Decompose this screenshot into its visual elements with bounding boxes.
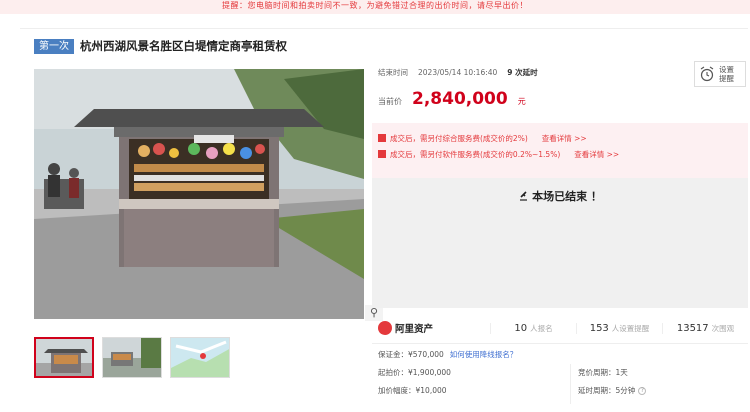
- delay-count: 9 次延时: [507, 67, 538, 77]
- start-price: 起拍价：¥1,900,000: [378, 368, 451, 377]
- reminder-count: 153 人设置提醒: [576, 322, 662, 334]
- fee-detail-link[interactable]: 查看详情 >>: [542, 133, 587, 144]
- end-time: 2023/05/14 10:16:40: [418, 67, 498, 77]
- round-tag: 第一次: [34, 38, 74, 54]
- fee-text: 成交后，需另付软件服务费(成交价的0.2%~1.5%): [390, 149, 561, 159]
- view-number: 13517: [676, 322, 709, 334]
- ended-text: 本场已结束 ！: [532, 190, 602, 203]
- price-label: 当前价: [378, 97, 402, 106]
- reminder-label: 设置提醒: [719, 65, 734, 83]
- signup-number: 10: [514, 322, 528, 334]
- fee-notice: 成交后，需另付综合服务费(成交价的2%) 查看详情 >> 成交后，需另付软件服务…: [372, 123, 748, 178]
- time-sync-notice: 提醒：您电脑时间和拍卖时间不一致，为避免错过合理的出价时间，请尽早出价！: [0, 0, 750, 14]
- deposit: 保证金：¥570,000: [378, 350, 444, 359]
- signup-count: 10 人报名: [490, 322, 576, 334]
- brand: 阿里资产: [378, 321, 490, 335]
- delay-cycle: 延时周期：5分钟: [578, 386, 636, 395]
- current-price-row: 当前价 2,840,000 元: [378, 89, 526, 109]
- thumbnail-map[interactable]: [170, 337, 230, 378]
- deposit-row: 保证金：¥570,000 如何使用降线报名？: [378, 348, 517, 362]
- help-icon[interactable]: ?: [638, 387, 647, 395]
- divider: [570, 364, 571, 404]
- reminder-count-label: 人设置提醒: [611, 323, 650, 333]
- current-price: 2,840,000: [412, 89, 508, 109]
- ended-panel: 本场已结束 ！: [372, 178, 748, 308]
- fee-icon: [378, 134, 386, 142]
- end-time-label: 结束时间: [378, 67, 408, 77]
- view-count: 13517 次围观: [662, 322, 748, 334]
- auction-details: 保证金：¥570,000 如何使用降线报名？ 起拍价：¥1,900,000 加价幅…: [372, 343, 748, 407]
- stats-bar: 阿里资产 10 人报名 153 人设置提醒 13517 次围观: [372, 317, 748, 339]
- brand-logo-icon: [378, 321, 392, 335]
- thumbnail-strip: [34, 337, 230, 378]
- brand-name: 阿里资产: [395, 324, 434, 335]
- kiosk-photo: [34, 69, 364, 319]
- title-row: 第一次 杭州西湖风景名胜区白堤情定商亭租赁权: [34, 37, 287, 55]
- main-photo[interactable]: [34, 69, 364, 319]
- ended-status: 本场已结束 ！: [372, 188, 748, 204]
- bid-increment: 加价幅度：¥10,000: [378, 386, 447, 395]
- fee-text: 成交后，需另付综合服务费(成交价的2%): [390, 133, 528, 143]
- thumbnail-kiosk[interactable]: [34, 337, 94, 378]
- fee-icon: [378, 150, 386, 158]
- auction-card: 第一次 杭州西湖风景名胜区白堤情定商亭租赁权 ⚲ 结束时间 2023/05/14…: [20, 28, 748, 404]
- deposit-help-link[interactable]: 如何使用降线报名？: [450, 350, 518, 359]
- gavel-icon: [520, 191, 528, 201]
- fee-detail-link[interactable]: 查看详情 >>: [574, 149, 619, 160]
- page-title: 杭州西湖风景名胜区白堤情定商亭租赁权: [80, 39, 287, 53]
- set-reminder-button[interactable]: 设置提醒: [694, 61, 746, 87]
- delay-cycle-row: 延时周期：5分钟?: [578, 384, 647, 398]
- thumbnail-site[interactable]: [102, 337, 162, 378]
- fee-row: 成交后，需另付软件服务费(成交价的0.2%~1.5%) 查看详情 >>: [378, 146, 742, 162]
- price-unit: 元: [517, 97, 526, 106]
- bid-cycle: 竞价周期：1天: [578, 368, 628, 377]
- view-label: 次围观: [711, 323, 735, 333]
- fee-row: 成交后，需另付综合服务费(成交价的2%) 查看详情 >>: [378, 130, 742, 146]
- signup-label: 人报名: [530, 323, 553, 333]
- end-time-row: 结束时间 2023/05/14 10:16:40 9 次延时: [378, 65, 538, 79]
- alarm-clock-icon: [700, 66, 714, 82]
- reminder-number: 153: [589, 322, 609, 334]
